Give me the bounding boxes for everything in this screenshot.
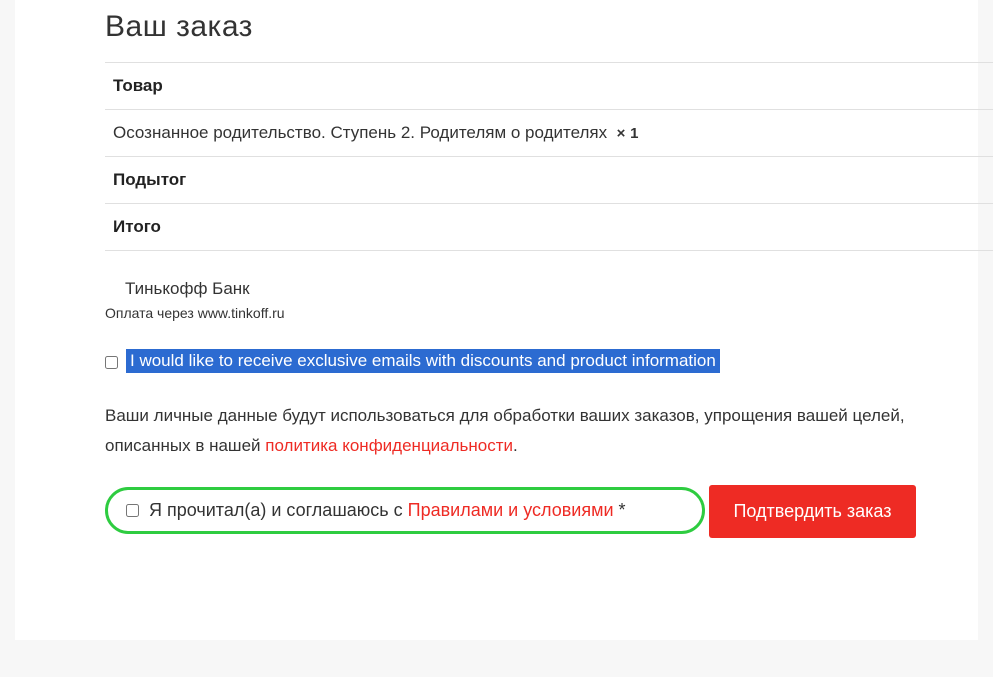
order-heading: Ваш заказ xyxy=(105,10,978,44)
terms-required-star: * xyxy=(614,500,626,520)
table-subtotal-label: Подытог xyxy=(105,157,993,204)
privacy-text-after: . xyxy=(513,436,518,455)
newsletter-label: I would like to receive exclusive emails… xyxy=(126,349,720,373)
newsletter-checkbox-row: I would like to receive exclusive emails… xyxy=(105,349,978,373)
terms-checkbox[interactable] xyxy=(126,504,139,517)
order-table: Товар Осознанное родительство. Ступень 2… xyxy=(105,62,993,251)
table-header-product: Товар xyxy=(105,62,993,110)
table-total-label: Итого xyxy=(105,204,993,251)
privacy-policy-link[interactable]: политика конфиденциальности xyxy=(265,436,513,455)
newsletter-checkbox[interactable] xyxy=(105,356,118,369)
payment-method-name: Тинькофф Банк xyxy=(125,279,978,299)
order-review-panel: Ваш заказ Товар Осознанное родительство.… xyxy=(15,0,978,640)
submit-order-button[interactable]: Подтвердить заказ xyxy=(709,485,915,538)
payment-method-note: Оплата через www.tinkoff.ru xyxy=(105,305,978,321)
privacy-policy-text: Ваши личные данные будут использоваться … xyxy=(105,401,978,461)
product-quantity: 1 xyxy=(630,125,638,142)
quantity-separator: × xyxy=(617,125,626,142)
terms-label: Я прочитал(а) и соглашаюсь с Правилами и… xyxy=(149,500,626,521)
table-row: Осознанное родительство. Ступень 2. Роди… xyxy=(105,110,993,157)
terms-text-before: Я прочитал(а) и соглашаюсь с xyxy=(149,500,408,520)
payment-section: Тинькофф Банк Оплата через www.tinkoff.r… xyxy=(105,279,978,321)
product-name: Осознанное родительство. Ступень 2. Роди… xyxy=(113,123,607,142)
terms-link[interactable]: Правилами и условиями xyxy=(408,500,614,520)
terms-checkbox-row: Я прочитал(а) и соглашаюсь с Правилами и… xyxy=(105,487,705,534)
